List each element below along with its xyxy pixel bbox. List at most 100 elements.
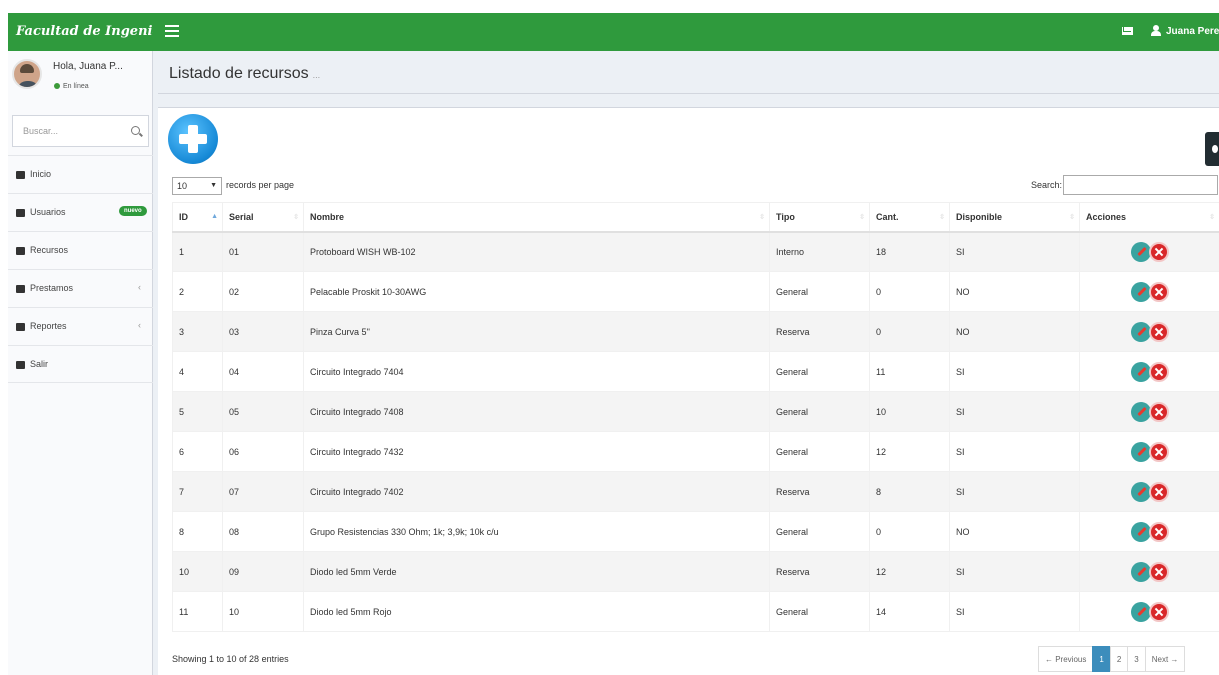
online-status-label: En línea [63,83,89,90]
column-header-nombre[interactable]: Nombre ⇳ [303,202,770,233]
pagination-page-2[interactable]: 2 [1109,646,1129,672]
edit-icon[interactable] [1130,401,1151,422]
table-cell: General [769,271,870,312]
column-header-label: Cant. [876,211,899,222]
new-badge: nuevo [119,206,147,216]
book-icon [16,247,25,255]
table-cell: 01 [222,231,304,272]
table-cell: 3 [172,311,223,352]
table-cell: SI [949,351,1080,392]
user-panel: Hola, Juana P... En línea [8,51,152,103]
pagination-next[interactable]: Next → [1144,646,1186,672]
sidebar-item-salir[interactable]: Salir [8,345,153,383]
column-header-id[interactable]: ID ▲ [172,202,223,233]
settings-toggle-button[interactable] [1205,132,1219,166]
pagination-page-1[interactable]: 1 [1092,646,1111,672]
page-title-text: Listado de recursos [169,65,309,82]
table-cell: 04 [222,351,304,392]
divider [158,93,1219,94]
user-icon[interactable] [1151,25,1161,37]
table-cell: SI [949,591,1080,632]
sidebar-search-input[interactable] [13,116,123,146]
pagination-page-3[interactable]: 3 [1127,646,1146,672]
table-cell: SI [949,231,1080,272]
delete-icon[interactable] [1148,521,1169,542]
column-header-label: Nombre [310,211,345,222]
sort-icon: ⇳ [1209,214,1215,221]
page-size-select[interactable]: 10 ▼ [172,177,222,195]
table-cell: Circuito Integrado 7404 [303,351,770,392]
table-cell: 0 [869,511,950,552]
main-content: Listado de recursos... 10 ▼ records per p… [158,51,1219,675]
sidebar-item-usuarios[interactable]: Usuarios nuevo [8,193,153,231]
column-header-tipo[interactable]: Tipo ⇳ [769,202,870,233]
table-cell: Circuito Integrado 7408 [303,391,770,432]
app-frame: Facultad de Ingeniería Juana Perez Hola,… [8,13,1219,675]
table-cell: SI [949,551,1080,592]
edit-icon[interactable] [1130,321,1151,342]
delete-icon[interactable] [1148,241,1169,262]
brand-logo[interactable]: Facultad de Ingeniería [8,13,153,51]
table-header-row: ID ▲ Serial ⇳ Nombre ⇳ Tipo ⇳ Cant. ⇳ Disponible ⇳ A… [172,202,1219,233]
delete-icon[interactable] [1148,401,1169,422]
table-cell: 07 [222,471,304,512]
page-subtitle: ... [312,70,321,80]
delete-icon[interactable] [1148,281,1169,302]
table-cell: 10 [222,591,304,632]
column-header-acciones[interactable]: Acciones ⇳ [1079,202,1219,233]
edit-icon[interactable] [1130,441,1151,462]
table-row: 8 08 Grupo Resistencias 330 Ohm; 1k; 3,9k;… [172,511,1219,552]
table-cell: Interno [769,231,870,272]
edit-icon[interactable] [1130,481,1151,502]
delete-icon[interactable] [1148,361,1169,382]
delete-icon[interactable] [1148,481,1169,502]
page-size-label: records per page [226,180,295,190]
table-cell: General [769,351,870,392]
sidebar-item-label: Usuarios [30,207,66,217]
column-header-disponible[interactable]: Disponible ⇳ [949,202,1080,233]
delete-icon[interactable] [1148,561,1169,582]
edit-icon[interactable] [1130,561,1151,582]
column-header-cant[interactable]: Cant. ⇳ [869,202,950,233]
table-row: 11 10 Diodo led 5mm Rojo General 14 SI [172,591,1219,632]
table-row: 10 09 Diodo led 5mm Verde Reserva 12 SI [172,551,1219,592]
delete-icon[interactable] [1148,601,1169,622]
column-header-label: Serial [229,211,254,222]
resources-box: 10 ▼ records per page Search: ID ▲ Serial ⇳ N… [158,107,1219,675]
sidebar-item-prestamos[interactable]: Prestamos ‹ [8,269,153,307]
table-search-input[interactable] [1063,175,1218,195]
table-cell: SI [949,431,1080,472]
sidebar-item-inicio[interactable]: Inicio [8,155,153,193]
table-cell: NO [949,511,1080,552]
sidebar-item-label: Reportes [30,321,67,331]
pagination-previous[interactable]: ← Previous [1038,646,1094,672]
sort-icon: ⇳ [1069,214,1075,221]
actions-cell [1079,231,1219,272]
edit-icon[interactable] [1130,601,1151,622]
table-cell: 05 [222,391,304,432]
table-cell: 6 [172,431,223,472]
edit-icon[interactable] [1130,241,1151,262]
envelope-icon[interactable] [1122,27,1133,35]
table-cell: 08 [222,511,304,552]
edit-icon[interactable] [1130,361,1151,382]
column-header-serial[interactable]: Serial ⇳ [222,202,304,233]
actions-cell [1079,511,1219,552]
page-size-value: 10 [177,181,188,191]
sidebar-item-reportes[interactable]: Reportes ‹ [8,307,153,345]
user-menu-name[interactable]: Juana Perez [1166,13,1219,51]
menu-toggle-icon[interactable] [165,25,179,37]
edit-icon[interactable] [1130,281,1151,302]
delete-icon[interactable] [1148,321,1169,342]
table-row: 7 07 Circuito Integrado 7402 Reserva 8 SI [172,471,1219,512]
column-header-label: Disponible [956,211,1003,222]
table-cell: 09 [222,551,304,592]
table-row: 1 01 Protoboard WISH WB-102 Interno 18 SI [172,231,1219,272]
edit-icon[interactable] [1130,521,1151,542]
sidebar-item-recursos[interactable]: Recursos [8,231,153,269]
table-cell: Pinza Curva 5'' [303,311,770,352]
delete-icon[interactable] [1148,441,1169,462]
search-icon[interactable] [131,126,140,135]
actions-cell [1079,351,1219,392]
add-resource-button[interactable] [168,114,218,164]
